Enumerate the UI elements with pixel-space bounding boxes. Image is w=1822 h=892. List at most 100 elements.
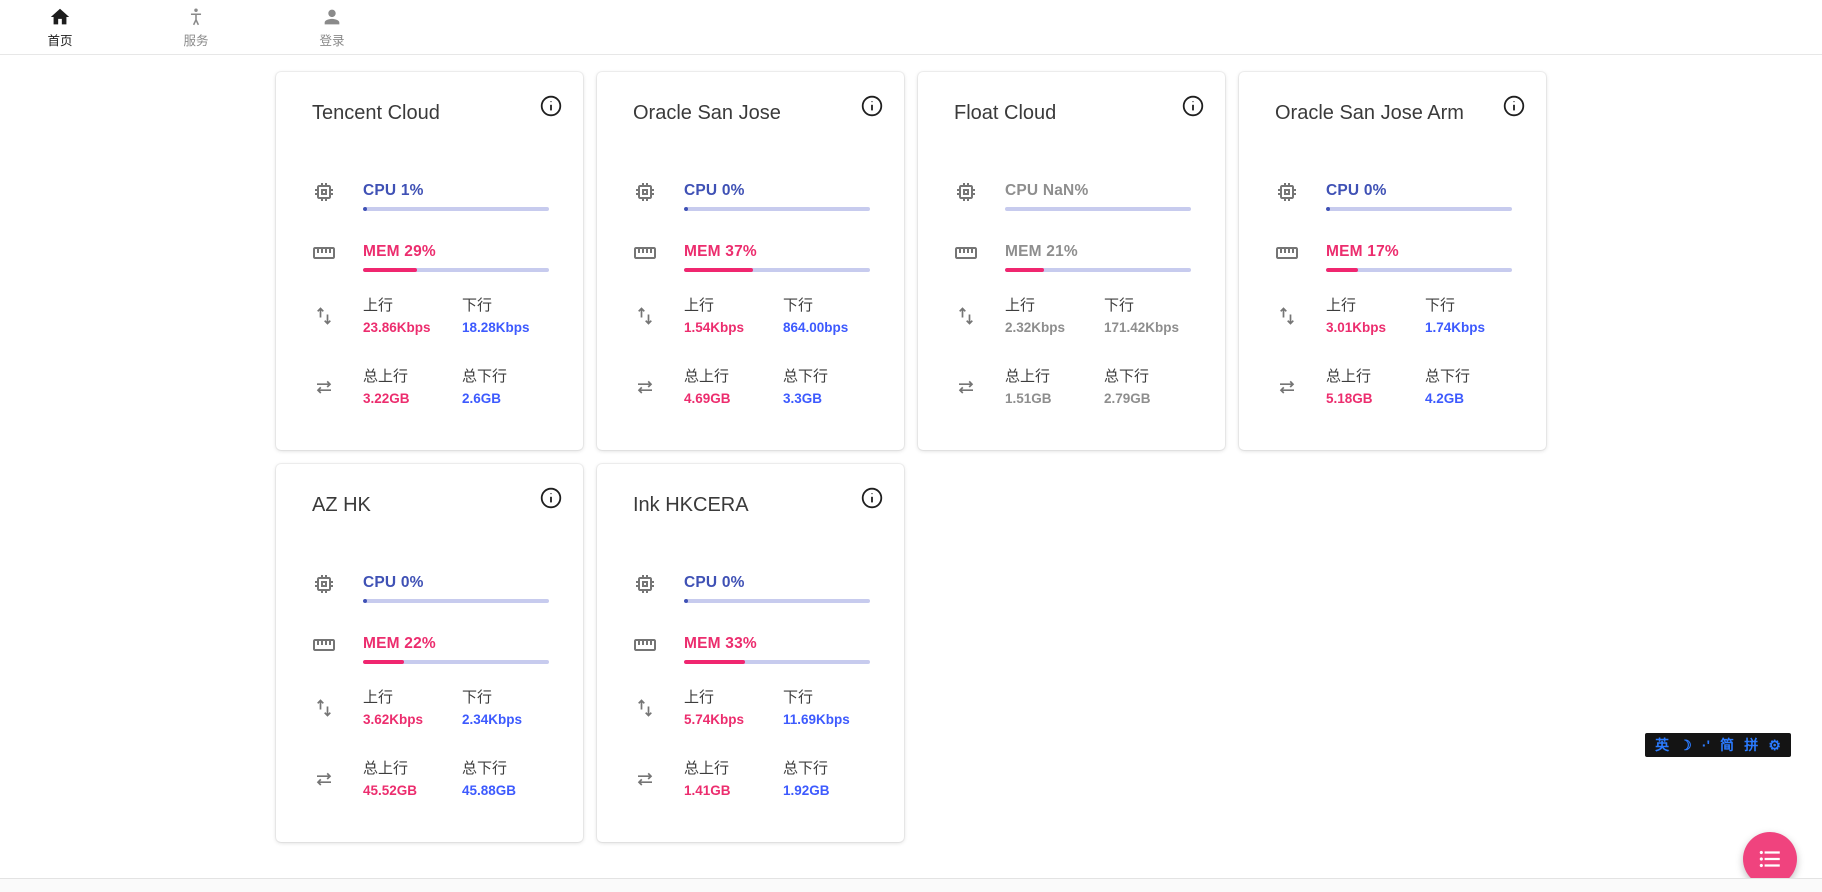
- server-card: Oracle San Jose CPU 0%: [597, 72, 904, 450]
- mem-progress-bar: [363, 660, 549, 664]
- total-download-value: 4.2GB: [1425, 390, 1512, 408]
- server-stats: CPU 1% MEM 29%: [312, 182, 549, 408]
- swap-horizontal-icon: [633, 375, 657, 399]
- person-stick-icon: [185, 6, 207, 28]
- swap-vertical-icon: [1275, 304, 1299, 328]
- total-download-value: 45.88GB: [462, 782, 549, 800]
- upload-value: 1.54Kbps: [684, 319, 783, 337]
- total-upload-value: 4.69GB: [684, 390, 783, 408]
- mem-progress-bar: [1005, 268, 1191, 272]
- ime-pinyin-indicator[interactable]: 拼: [1744, 738, 1758, 752]
- nav-item-login[interactable]: 登录: [308, 6, 356, 49]
- nav-item-label: 服务: [183, 30, 208, 49]
- nav-item-home[interactable]: 首页: [36, 6, 84, 49]
- net-speed-row: 上行 3.01Kbps 下行 1.74Kbps: [1275, 296, 1512, 337]
- download-value: 2.34Kbps: [462, 711, 549, 729]
- page-footer: [0, 878, 1822, 892]
- cpu-row: CPU 0%: [633, 574, 870, 603]
- cpu-chip-icon: [633, 180, 657, 204]
- mem-row: MEM 37%: [633, 243, 870, 272]
- mem-progress-fill: [1326, 268, 1358, 272]
- server-card: Oracle San Jose Arm CPU 0%: [1239, 72, 1546, 450]
- swap-vertical-icon: [633, 696, 657, 720]
- ime-gear-icon[interactable]: ⚙: [1768, 738, 1781, 752]
- swap-horizontal-icon: [312, 375, 336, 399]
- total-upload-label: 总上行: [1005, 367, 1104, 387]
- cpu-usage-text: CPU 0%: [684, 574, 870, 592]
- info-icon[interactable]: [1502, 94, 1526, 118]
- total-download-label: 总下行: [462, 759, 549, 779]
- total-download-label: 总下行: [783, 367, 870, 387]
- mem-row: MEM 22%: [312, 635, 549, 664]
- server-name: AZ HK: [312, 492, 549, 518]
- nav-item-services[interactable]: 服务: [172, 6, 220, 49]
- total-upload-value: 5.18GB: [1326, 390, 1425, 408]
- mem-progress-bar: [684, 268, 870, 272]
- swap-vertical-icon: [954, 304, 978, 328]
- download-label: 下行: [783, 688, 870, 708]
- download-value: 18.28Kbps: [462, 319, 549, 337]
- cpu-progress-bar: [363, 599, 549, 603]
- net-speed-row: 上行 3.62Kbps 下行 2.34Kbps: [312, 688, 549, 729]
- server-card: Tencent Cloud CPU 1%: [276, 72, 583, 450]
- ime-punctuation-toggle[interactable]: ·': [1702, 738, 1710, 752]
- home-icon: [49, 6, 71, 28]
- server-stats: CPU NaN% MEM 21%: [954, 182, 1191, 408]
- net-total-row: 总上行 45.52GB 总下行 45.88GB: [312, 759, 549, 800]
- swap-horizontal-icon: [1275, 375, 1299, 399]
- info-icon[interactable]: [539, 94, 563, 118]
- server-card: AZ HK CPU 0%: [276, 464, 583, 842]
- cpu-row: CPU NaN%: [954, 182, 1191, 211]
- mem-row: MEM 21%: [954, 243, 1191, 272]
- upload-value: 5.74Kbps: [684, 711, 783, 729]
- net-total-row: 总上行 5.18GB 总下行 4.2GB: [1275, 367, 1512, 408]
- cpu-progress-fill: [684, 207, 688, 211]
- cpu-progress-fill: [684, 599, 688, 603]
- mem-usage-text: MEM 33%: [684, 635, 870, 653]
- nav-item-label: 登录: [319, 30, 344, 49]
- cpu-progress-fill: [363, 207, 367, 211]
- info-icon[interactable]: [860, 486, 884, 510]
- upload-value: 23.86Kbps: [363, 319, 462, 337]
- mem-progress-bar: [1326, 268, 1512, 272]
- ime-halfmoon-icon[interactable]: ☽: [1679, 738, 1692, 752]
- total-upload-label: 总上行: [684, 367, 783, 387]
- net-total-row: 总上行 3.22GB 总下行 2.6GB: [312, 367, 549, 408]
- server-name: Oracle San Jose: [633, 100, 870, 126]
- total-upload-label: 总上行: [363, 759, 462, 779]
- cpu-row: CPU 0%: [633, 182, 870, 211]
- cpu-row: CPU 1%: [312, 182, 549, 211]
- upload-value: 3.01Kbps: [1326, 319, 1425, 337]
- upload-label: 上行: [363, 688, 462, 708]
- upload-value: 3.62Kbps: [363, 711, 462, 729]
- cpu-chip-icon: [312, 180, 336, 204]
- download-label: 下行: [462, 296, 549, 316]
- mem-usage-text: MEM 37%: [684, 243, 870, 261]
- mem-progress-fill: [1005, 268, 1044, 272]
- memory-ruler-icon: [954, 241, 978, 265]
- upload-value: 2.32Kbps: [1005, 319, 1104, 337]
- cpu-usage-text: CPU 0%: [684, 182, 870, 200]
- ime-simplified-toggle[interactable]: 简: [1720, 738, 1734, 752]
- mem-usage-text: MEM 21%: [1005, 243, 1191, 261]
- top-nav-bar: 首页 服务 登录: [0, 0, 1822, 55]
- info-icon[interactable]: [1181, 94, 1205, 118]
- info-icon[interactable]: [539, 486, 563, 510]
- download-label: 下行: [1104, 296, 1191, 316]
- net-total-row: 总上行 1.41GB 总下行 1.92GB: [633, 759, 870, 800]
- total-upload-value: 1.51GB: [1005, 390, 1104, 408]
- download-value: 1.74Kbps: [1425, 319, 1512, 337]
- swap-vertical-icon: [312, 696, 336, 720]
- memory-ruler-icon: [312, 241, 336, 265]
- ime-language-toggle[interactable]: 英: [1655, 738, 1669, 752]
- total-download-label: 总下行: [1425, 367, 1512, 387]
- mem-row: MEM 29%: [312, 243, 549, 272]
- cpu-chip-icon: [312, 572, 336, 596]
- download-label: 下行: [783, 296, 870, 316]
- info-icon[interactable]: [860, 94, 884, 118]
- cpu-progress-bar: [1326, 207, 1512, 211]
- mem-row: MEM 33%: [633, 635, 870, 664]
- total-upload-label: 总上行: [684, 759, 783, 779]
- mem-usage-text: MEM 17%: [1326, 243, 1512, 261]
- cpu-row: CPU 0%: [1275, 182, 1512, 211]
